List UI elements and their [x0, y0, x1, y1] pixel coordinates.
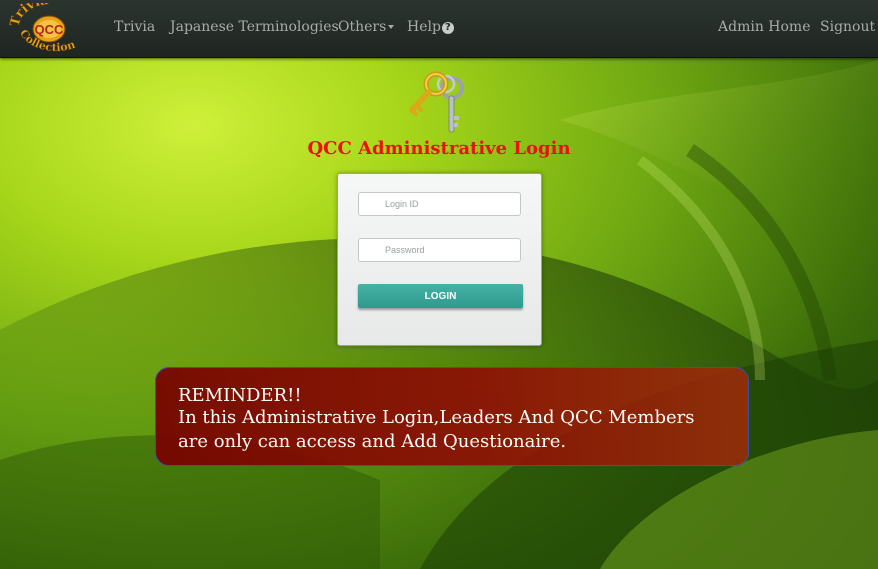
nav-signout[interactable]: Signout: [820, 19, 875, 35]
caret-down-icon: [388, 25, 395, 29]
reminder-banner: REMINDER!! In this Administrative Login,…: [155, 367, 749, 466]
nav-trivia[interactable]: Trivia: [114, 19, 155, 35]
password-input[interactable]: [358, 238, 521, 262]
keys-icon: [409, 71, 464, 133]
nav-others-dropdown[interactable]: Others: [338, 19, 395, 35]
qcc-trivia-logo[interactable]: Trivia Collection QCC: [8, 0, 96, 54]
nav-admin-home[interactable]: Admin Home: [718, 19, 811, 35]
reminder-body: In this Administrative Login,Leaders And…: [178, 407, 695, 452]
nav-others-label: Others: [338, 19, 387, 35]
login-button[interactable]: LOGIN: [358, 284, 523, 308]
login-id-input[interactable]: [358, 192, 521, 216]
top-navbar: Trivia Collection QCC Trivia Japanese Te…: [0, 0, 878, 58]
nav-help-label: Help: [407, 19, 441, 35]
question-circle-icon: ?: [441, 22, 454, 34]
nav-japanese-terminologies[interactable]: Japanese Terminologies: [170, 19, 339, 35]
logo-graphic: Trivia Collection QCC: [8, 0, 77, 54]
login-panel: LOGIN: [337, 173, 542, 346]
page-title: QCC Administrative Login: [307, 138, 571, 159]
nav-help[interactable]: Help?: [407, 19, 454, 35]
logo-qcc-text: QCC: [35, 22, 65, 37]
reminder-heading: REMINDER!!: [178, 385, 302, 406]
